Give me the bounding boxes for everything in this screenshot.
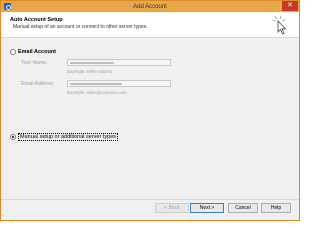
- email-address-field[interactable]: [67, 80, 171, 87]
- header-panel: Auto Account Setup Manual setup of an ac…: [1, 12, 299, 38]
- email-value-redacted: [70, 83, 122, 85]
- outlook-icon: [4, 3, 11, 10]
- title-bar[interactable]: Add Account ✕: [1, 1, 299, 12]
- name-example: Example: Ellen Adams: [67, 69, 113, 74]
- email-account-option[interactable]: Email Account: [10, 49, 56, 55]
- email-address-label: Email Address:: [21, 81, 55, 87]
- email-account-label: Email Account: [18, 49, 56, 55]
- your-name-field[interactable]: [67, 59, 171, 66]
- back-button[interactable]: < Back: [155, 203, 189, 213]
- your-name-label: Your Name:: [21, 60, 48, 66]
- manual-setup-radio[interactable]: [10, 134, 16, 140]
- help-button[interactable]: Help: [261, 203, 291, 213]
- manual-setup-label: Manual setup or additional server types: [18, 133, 118, 141]
- name-value-redacted: [70, 62, 114, 64]
- cancel-button[interactable]: Cancel: [228, 203, 258, 213]
- email-account-radio[interactable]: [10, 49, 16, 55]
- header-subtitle: Manual setup of an account or connect to…: [13, 24, 148, 30]
- header-title: Auto Account Setup: [10, 17, 63, 23]
- email-example: Example: ellen@contoso.com: [67, 90, 127, 95]
- cursor-click-icon: [272, 15, 287, 35]
- close-button[interactable]: ✕: [282, 1, 298, 11]
- manual-setup-option[interactable]: Manual setup or additional server types: [10, 133, 118, 141]
- add-account-dialog: Add Account ✕ Auto Account Setup Manual …: [0, 0, 300, 221]
- window-title: Add Account: [133, 3, 167, 10]
- footer-divider: [1, 199, 299, 200]
- next-button[interactable]: Next >: [190, 203, 224, 213]
